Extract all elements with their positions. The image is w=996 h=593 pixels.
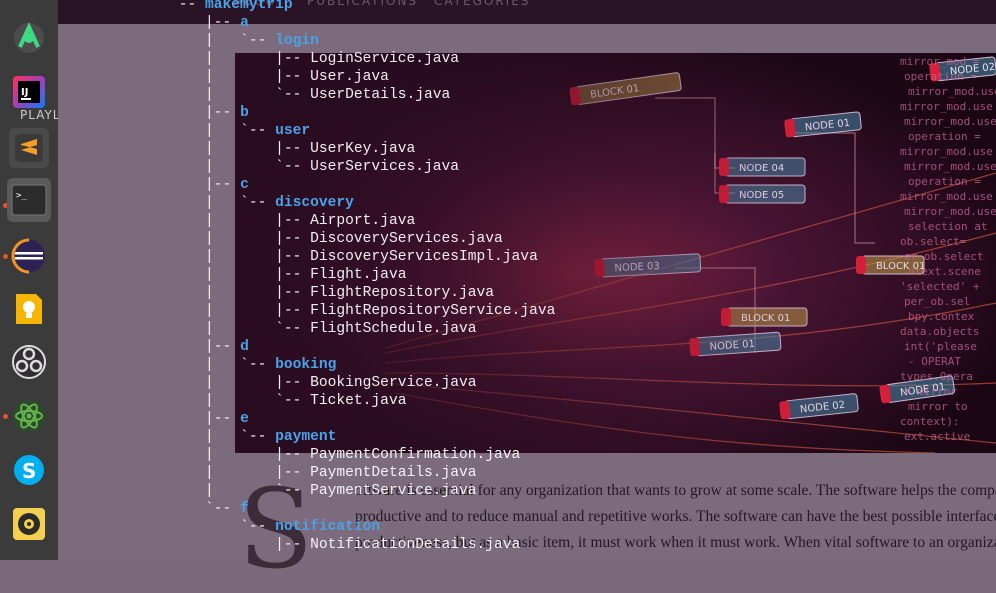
tree-file-line: | |-- FlightRepository.java bbox=[170, 284, 555, 302]
tree-file-line: | |-- BookingService.java bbox=[170, 374, 555, 392]
directory-tree-codeblock: `-- makemytrip |-- a | `-- login | |-- L… bbox=[170, 0, 555, 554]
tree-directory-line: | `-- login bbox=[170, 32, 555, 50]
tree-branch-text: | `-- Ticket.java bbox=[170, 393, 407, 409]
tree-directory-line: `-- notification bbox=[170, 518, 555, 536]
tree-directory-name: makemytrip bbox=[205, 0, 293, 13]
tree-file-line: | |-- User.java bbox=[170, 68, 555, 86]
atom-icon[interactable] bbox=[9, 396, 49, 436]
running-indicator bbox=[3, 414, 8, 419]
tree-directory-line: `-- makemytrip bbox=[170, 0, 555, 14]
tree-directory-name: login bbox=[275, 33, 319, 49]
svg-text:S: S bbox=[22, 459, 36, 483]
tree-file-line: | `-- FlightSchedule.java bbox=[170, 320, 555, 338]
dock-overlap-label: PLAYL bbox=[20, 108, 61, 122]
sublime-text-icon[interactable] bbox=[9, 128, 49, 168]
tree-directory-name: f bbox=[240, 501, 249, 517]
tree-directory-line: |-- b bbox=[170, 104, 555, 122]
tree-branch-text: | |-- PaymentDetails.java bbox=[170, 465, 477, 481]
tree-directory-line: |-- c bbox=[170, 176, 555, 194]
rhythmbox-icon[interactable] bbox=[9, 504, 49, 544]
web-page: ABOUT PUBLICATIONS CATEGORIES S oftware … bbox=[58, 0, 996, 584]
tree-directory-line: | `-- discovery bbox=[170, 194, 555, 212]
tree-branch-text: | `-- PaymentService.java bbox=[170, 483, 477, 499]
tree-file-line: | |-- PaymentDetails.java bbox=[170, 464, 555, 482]
skype-icon[interactable]: S bbox=[9, 450, 49, 490]
tree-branch-text: |-- NotificationDetails.java bbox=[170, 537, 521, 553]
tree-branch-text: | `-- UserDetails.java bbox=[170, 87, 451, 103]
tree-file-line: | `-- PaymentService.java bbox=[170, 482, 555, 500]
tree-directory-name: a bbox=[240, 15, 249, 31]
tree-branch-text: | |-- FlightRepositoryService.java bbox=[170, 303, 556, 319]
tree-branch-text: | |-- FlightRepository.java bbox=[170, 285, 495, 301]
tree-branch-text: | `-- bbox=[170, 429, 276, 445]
tree-directory-name: c bbox=[240, 177, 249, 193]
tree-branch-text: | `-- bbox=[170, 33, 276, 49]
tree-branch-text: |-- bbox=[170, 411, 241, 427]
tree-directory-name: booking bbox=[275, 357, 337, 373]
tree-directory-line: `-- f bbox=[170, 500, 555, 518]
tree-branch-text: | |-- BookingService.java bbox=[170, 375, 477, 391]
tree-branch-text: | |-- Airport.java bbox=[170, 213, 416, 229]
google-keep-icon[interactable] bbox=[9, 289, 49, 329]
tree-branch-text: | |-- PaymentConfirmation.java bbox=[170, 447, 521, 463]
tree-branch-text: | `-- bbox=[170, 195, 276, 211]
tree-file-line: | |-- Flight.java bbox=[170, 266, 555, 284]
obs-studio-icon[interactable] bbox=[9, 342, 49, 382]
tree-directory-line: | `-- payment bbox=[170, 428, 555, 446]
tree-file-line: | |-- PaymentConfirmation.java bbox=[170, 446, 555, 464]
tree-directory-line: |-- e bbox=[170, 410, 555, 428]
svg-text:IJ: IJ bbox=[21, 87, 28, 98]
tree-directory-name: notification bbox=[275, 519, 381, 535]
tree-file-line: | |-- FlightRepositoryService.java bbox=[170, 302, 555, 320]
intellij-idea-icon[interactable]: IJ bbox=[9, 72, 49, 112]
tree-branch-text: `-- bbox=[170, 501, 241, 517]
tree-directory-name: user bbox=[275, 123, 311, 139]
tree-branch-text: |-- bbox=[170, 177, 241, 193]
tree-branch-text: `-- bbox=[170, 519, 276, 535]
tree-file-line: |-- NotificationDetails.java bbox=[170, 536, 555, 554]
tree-branch-text: | |-- LoginService.java bbox=[170, 51, 460, 67]
tree-branch-text: | `-- FlightSchedule.java bbox=[170, 321, 477, 337]
tree-directory-name: discovery bbox=[275, 195, 354, 211]
tree-branch-text: | `-- bbox=[170, 357, 276, 373]
android-studio-icon[interactable] bbox=[9, 18, 49, 58]
tree-file-line: | |-- LoginService.java bbox=[170, 50, 555, 68]
tree-directory-name: b bbox=[240, 105, 249, 121]
tree-directory-line: | `-- booking bbox=[170, 356, 555, 374]
tree-file-line: | |-- DiscoveryServicesImpl.java bbox=[170, 248, 555, 266]
tree-branch-text: | |-- User.java bbox=[170, 69, 389, 85]
tree-branch-text: | |-- UserKey.java bbox=[170, 141, 416, 157]
tree-file-line: | `-- UserServices.java bbox=[170, 158, 555, 176]
tree-branch-text: |-- bbox=[170, 105, 241, 121]
tree-file-line: | `-- Ticket.java bbox=[170, 392, 555, 410]
svg-text:>_: >_ bbox=[16, 191, 27, 201]
tree-branch-text: `-- bbox=[170, 0, 206, 13]
tree-branch-text: | `-- UserServices.java bbox=[170, 159, 460, 175]
eclipse-icon[interactable] bbox=[9, 236, 49, 276]
tree-branch-text: | |-- DiscoveryServices.java bbox=[170, 231, 503, 247]
tree-directory-name: payment bbox=[275, 429, 337, 445]
launcher-dock: IJ PLAYL >_ S bbox=[0, 0, 61, 560]
tree-file-line: | |-- DiscoveryServices.java bbox=[170, 230, 555, 248]
running-indicator bbox=[3, 254, 8, 259]
tree-branch-text: |-- bbox=[170, 339, 241, 355]
tree-branch-text: | `-- bbox=[170, 123, 276, 139]
terminal-icon[interactable]: >_ bbox=[7, 178, 51, 222]
tree-file-line: | `-- UserDetails.java bbox=[170, 86, 555, 104]
tree-directory-line: |-- d bbox=[170, 338, 555, 356]
tree-file-line: | |-- UserKey.java bbox=[170, 140, 555, 158]
tree-directory-name: e bbox=[240, 411, 249, 427]
tree-branch-text: | |-- DiscoveryServicesImpl.java bbox=[170, 249, 538, 265]
tree-directory-line: | `-- user bbox=[170, 122, 555, 140]
tree-directory-name: d bbox=[240, 339, 249, 355]
tree-directory-line: |-- a bbox=[170, 14, 555, 32]
tree-file-line: | |-- Airport.java bbox=[170, 212, 555, 230]
tree-branch-text: | |-- Flight.java bbox=[170, 267, 407, 283]
tree-branch-text: |-- bbox=[170, 15, 241, 31]
